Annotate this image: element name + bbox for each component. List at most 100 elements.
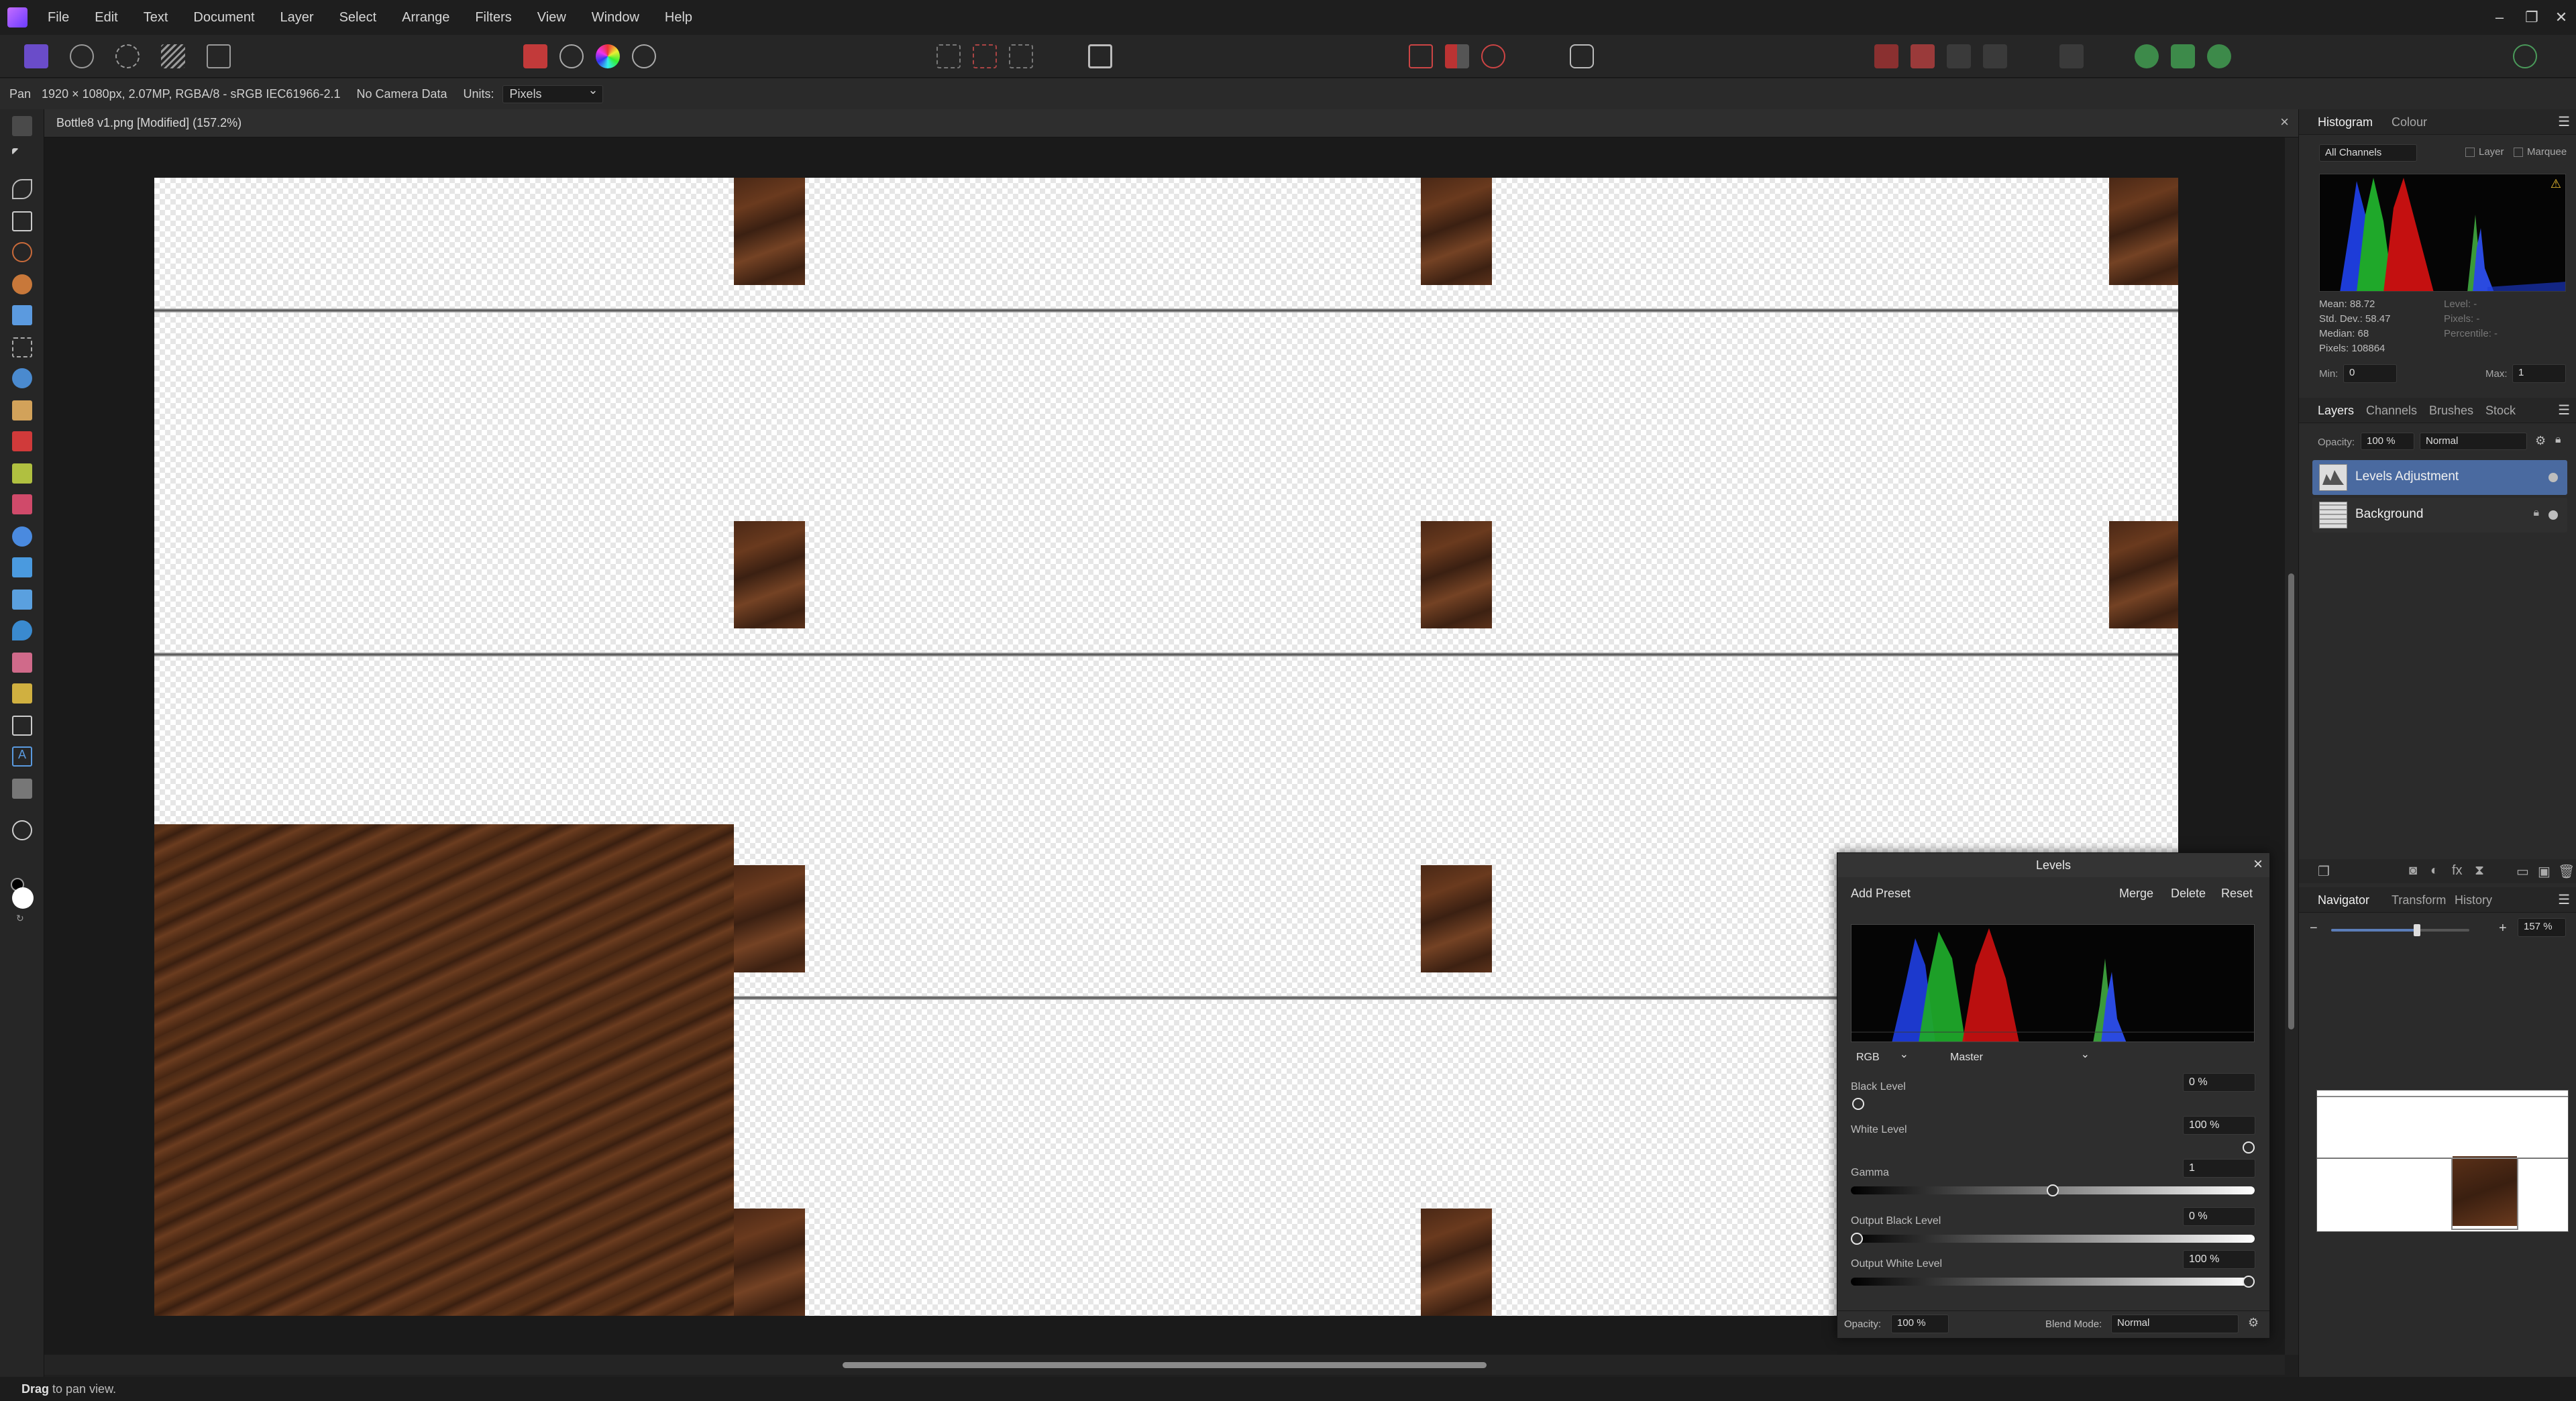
healing-brush-tool-icon[interactable] bbox=[12, 590, 32, 610]
view-tool-icon[interactable] bbox=[12, 116, 32, 136]
snapping-icon[interactable] bbox=[1481, 44, 1505, 68]
menu-layer[interactable]: Layer bbox=[268, 0, 327, 35]
horizontal-scroll-thumb[interactable] bbox=[843, 1362, 1487, 1368]
tab-navigator[interactable]: Navigator bbox=[2318, 893, 2369, 907]
add-layer-icon[interactable]: ▣ bbox=[2538, 863, 2551, 880]
gradient-tool-icon[interactable] bbox=[12, 400, 32, 421]
add-mask-icon[interactable]: ◙ bbox=[2409, 863, 2417, 879]
navigator-preview[interactable] bbox=[2316, 1090, 2569, 1232]
settings-gear-icon[interactable]: ⚙ bbox=[2248, 1316, 2259, 1330]
output-black-field[interactable]: 0 % bbox=[2183, 1207, 2255, 1226]
pen-tool-icon[interactable] bbox=[12, 683, 32, 704]
insert-behind-icon[interactable] bbox=[2135, 44, 2159, 68]
export-persona-icon[interactable] bbox=[207, 44, 231, 68]
horizontal-scrollbar[interactable] bbox=[44, 1355, 2285, 1375]
menu-edit[interactable]: Edit bbox=[82, 0, 130, 35]
delete-layer-icon[interactable]: 🗑︎ bbox=[2558, 863, 2575, 880]
document-tab[interactable]: Bottle8 v1.png [Modified] (157.2%) × bbox=[44, 109, 2298, 137]
layer-row-background[interactable]: Background 🔒︎ bbox=[2312, 498, 2567, 533]
pixel-layer-icon[interactable]: ⧗ bbox=[2475, 863, 2484, 879]
black-level-field[interactable]: 0 % bbox=[2183, 1073, 2255, 1092]
liquify-persona-icon[interactable] bbox=[70, 44, 94, 68]
menu-arrange[interactable]: Arrange bbox=[389, 0, 462, 35]
panel-menu-icon[interactable]: ☰ bbox=[2558, 113, 2570, 130]
quick-mask-icon[interactable] bbox=[1088, 44, 1112, 68]
zoom-field[interactable]: 157 % bbox=[2518, 918, 2566, 937]
gamma-knob[interactable] bbox=[2047, 1184, 2059, 1196]
zoom-in-icon[interactable]: + bbox=[2499, 921, 2507, 936]
arrange-back-icon[interactable] bbox=[1874, 44, 1898, 68]
crop-icon[interactable] bbox=[1409, 44, 1433, 68]
merge-button[interactable]: Merge bbox=[2119, 887, 2153, 901]
panel-menu-icon[interactable]: ☰ bbox=[2558, 402, 2570, 418]
live-filter-icon[interactable]: fx bbox=[2452, 863, 2463, 879]
output-white-field[interactable]: 100 % bbox=[2183, 1250, 2255, 1269]
reset-button[interactable]: Reset bbox=[2221, 887, 2253, 901]
rectangle-tool-icon[interactable] bbox=[12, 716, 32, 736]
deselect-icon[interactable] bbox=[973, 44, 997, 68]
navigator-view-rect[interactable] bbox=[2451, 1158, 2518, 1230]
menu-document[interactable]: Document bbox=[180, 0, 267, 35]
invert-selection-icon[interactable] bbox=[1009, 44, 1033, 68]
lock-icon[interactable]: 🔒︎ bbox=[2555, 434, 2561, 446]
crop-tool-icon[interactable] bbox=[12, 211, 32, 231]
output-black-slider[interactable] bbox=[1851, 1235, 2255, 1243]
tab-layers[interactable]: Layers bbox=[2318, 404, 2354, 418]
erase-brush-tool-icon[interactable] bbox=[12, 494, 32, 514]
auto-contrast-icon[interactable] bbox=[559, 44, 584, 68]
layer-opacity-field[interactable]: 100 % bbox=[2361, 433, 2414, 450]
layer-lock-icon[interactable]: 🔒︎ bbox=[2533, 507, 2539, 519]
delete-button[interactable]: Delete bbox=[2171, 887, 2206, 901]
add-group-icon[interactable]: ▭ bbox=[2516, 863, 2529, 880]
photo-persona-icon[interactable] bbox=[24, 44, 48, 68]
dodge-brush-tool-icon[interactable] bbox=[12, 526, 32, 547]
tab-transform[interactable]: Transform bbox=[2392, 893, 2446, 907]
vertical-scroll-thumb[interactable] bbox=[2288, 573, 2294, 1029]
marquee-checkbox[interactable] bbox=[2514, 148, 2523, 157]
white-level-field[interactable]: 100 % bbox=[2183, 1116, 2255, 1135]
close-dialog-icon[interactable]: × bbox=[2253, 855, 2263, 874]
color-space-select[interactable]: RGB bbox=[1851, 1048, 1911, 1068]
clone-brush-tool-icon[interactable] bbox=[12, 557, 32, 577]
flood-select-tool-icon[interactable] bbox=[12, 274, 32, 294]
zoom-slider[interactable] bbox=[2331, 924, 2469, 936]
channel-select[interactable]: Master bbox=[1945, 1048, 2092, 1068]
layer-checkbox[interactable] bbox=[2465, 148, 2475, 157]
menu-view[interactable]: View bbox=[525, 0, 579, 35]
layer-row-levels-adjustment[interactable]: Levels Adjustment bbox=[2312, 460, 2567, 495]
menu-help[interactable]: Help bbox=[652, 0, 705, 35]
account-icon[interactable] bbox=[2513, 44, 2537, 68]
layer-visibility-icon[interactable] bbox=[2548, 473, 2558, 482]
color-picker-tool-icon[interactable] bbox=[12, 179, 32, 199]
menu-select[interactable]: Select bbox=[327, 0, 390, 35]
insert-top-icon[interactable] bbox=[2171, 44, 2195, 68]
insert-inside-icon[interactable] bbox=[2207, 44, 2231, 68]
arrange-backward-icon[interactable] bbox=[1911, 44, 1935, 68]
tab-colour[interactable]: Colour bbox=[2392, 115, 2427, 129]
text-tool-icon[interactable]: A bbox=[12, 746, 32, 767]
min-field[interactable]: 0 bbox=[2343, 364, 2397, 383]
menu-window[interactable]: Window bbox=[579, 0, 652, 35]
paint-mixer-tool-icon[interactable] bbox=[12, 463, 32, 484]
menu-file[interactable]: File bbox=[35, 0, 82, 35]
zoom-out-icon[interactable]: − bbox=[2310, 921, 2318, 936]
black-level-knob[interactable] bbox=[1852, 1098, 1864, 1110]
adjustment-icon[interactable]: ◐ bbox=[2430, 863, 2438, 879]
red-eye-tool-icon[interactable] bbox=[12, 653, 32, 673]
layer-options-icon[interactable]: ❐ bbox=[2318, 863, 2330, 880]
tab-channels[interactable]: Channels bbox=[2366, 404, 2417, 418]
arrange-front-icon[interactable] bbox=[1983, 44, 2007, 68]
output-black-knob[interactable] bbox=[1851, 1233, 1863, 1245]
auto-white-balance-icon[interactable] bbox=[632, 44, 656, 68]
paint-brush-tool-icon[interactable] bbox=[12, 431, 32, 451]
secondary-colour-swatch[interactable] bbox=[12, 887, 34, 909]
auto-levels-icon[interactable] bbox=[523, 44, 547, 68]
tab-histogram[interactable]: Histogram bbox=[2318, 115, 2373, 129]
close-window-icon[interactable]: ✕ bbox=[2544, 0, 2576, 35]
histogram-channel-select[interactable]: All Channels bbox=[2319, 144, 2417, 162]
menu-text[interactable]: Text bbox=[131, 0, 181, 35]
zoom-tool-icon[interactable] bbox=[12, 820, 32, 840]
output-white-knob[interactable] bbox=[2243, 1276, 2255, 1288]
max-field[interactable]: 1 bbox=[2512, 364, 2566, 383]
develop-persona-icon[interactable] bbox=[115, 44, 140, 68]
